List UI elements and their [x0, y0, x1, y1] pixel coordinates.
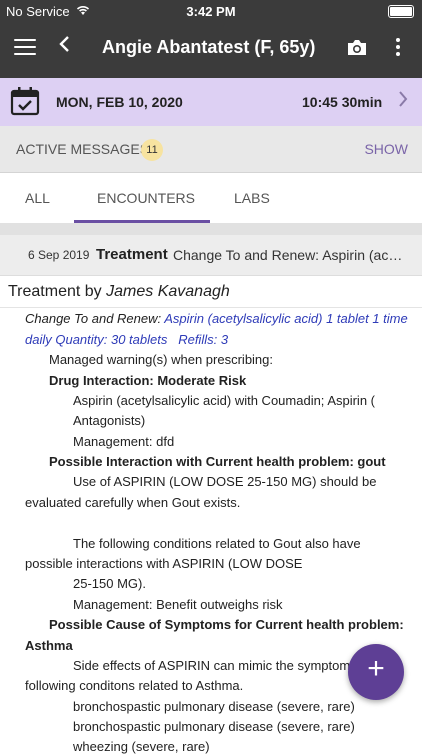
gout-management: Management: Benefit outweighs risk	[73, 597, 283, 612]
tab-encounters[interactable]: ENCOUNTERS	[97, 190, 195, 206]
gout-text-4: possible interactions with ASPIRIN (LOW …	[25, 556, 303, 571]
add-button[interactable]: +	[348, 644, 404, 700]
section-divider	[0, 223, 422, 235]
show-messages-button[interactable]: SHOW	[364, 141, 408, 157]
order-line-2: daily Quantity: 30 tablets Refills: 3	[25, 332, 228, 347]
order-line-1: Change To and Renew: Aspirin (acetylsali…	[25, 311, 408, 326]
detail-title: Treatment by James Kavanagh	[8, 283, 230, 301]
interaction-text-1: Aspirin (acetylsalicylic acid) with Coum…	[73, 393, 375, 408]
symptom-3: wheezing (severe, rare)	[73, 739, 210, 754]
calendar-check-icon	[10, 86, 40, 121]
record-date: 6 Sep 2019	[28, 248, 90, 262]
asthma-heading-1: Possible Cause of Symptoms for Current h…	[49, 617, 404, 632]
gout-text-1: Use of ASPIRIN (LOW DOSE 25-150 MG) shou…	[73, 474, 377, 489]
interaction-text-2: Antagonists)	[73, 413, 146, 428]
gout-text-5: 25-150 MG).	[73, 576, 146, 591]
status-time: 3:42 PM	[186, 4, 236, 19]
detail-title-prefix: Treatment by	[8, 283, 102, 300]
nav-bar: Angie Abantatest (F, 65y)	[0, 28, 422, 70]
author-name: James Kavanagh	[106, 283, 230, 300]
gout-text-3: The following conditions related to Gout…	[73, 536, 361, 551]
appointment-date: MON, FEB 10, 2020	[56, 94, 183, 110]
menu-icon[interactable]	[14, 39, 36, 55]
active-messages-label: ACTIVE MESSAGES	[16, 141, 150, 157]
tab-bar: ALL ENCOUNTERS LABS	[0, 173, 422, 223]
asthma-text-1: Side effects of ASPIRIN can mimic the sy…	[73, 658, 357, 673]
asthma-text-2: following conditons related to Asthma.	[25, 678, 244, 693]
interaction-management: Management: dfd	[73, 434, 175, 449]
order-action: Change To and Renew:	[25, 311, 162, 326]
tab-labs[interactable]: LABS	[234, 190, 270, 206]
record-row[interactable]: 6 Sep 2019 Treatment Change To and Renew…	[0, 235, 422, 276]
medication-link[interactable]: Aspirin (acetylsalicylic acid) 1 tablet …	[164, 311, 407, 326]
battery-icon	[388, 5, 414, 18]
interaction-heading: Drug Interaction: Moderate Risk	[49, 373, 247, 388]
chevron-right-icon	[398, 88, 408, 114]
messages-count-badge: 11	[141, 139, 163, 161]
appointment-bar[interactable]: MON, FEB 10, 2020 10:45 30min	[0, 78, 422, 126]
more-options-icon[interactable]	[396, 38, 400, 59]
status-bar: No Service 3:42 PM	[0, 0, 422, 22]
record-type: Treatment	[96, 246, 168, 263]
gout-heading: Possible Interaction with Current health…	[49, 454, 386, 469]
symptom-1: bronchospastic pulmonary disease (severe…	[73, 699, 355, 714]
gout-text-2: evaluated carefully when Gout exists.	[25, 495, 241, 510]
active-messages-bar: ACTIVE MESSAGES 11 SHOW	[0, 126, 422, 173]
refills-text: Refills: 3	[178, 332, 229, 347]
back-icon[interactable]	[58, 34, 70, 60]
app-header: No Service 3:42 PM Angie Abantatest (F, …	[0, 0, 422, 78]
divider	[0, 307, 422, 308]
asthma-heading-2: Asthma	[25, 638, 73, 653]
symptom-2: bronchospastic pulmonary disease (severe…	[73, 719, 355, 734]
camera-icon[interactable]	[346, 39, 368, 55]
patient-title: Angie Abantatest (F, 65y)	[102, 37, 316, 57]
tab-all[interactable]: ALL	[25, 190, 50, 206]
appointment-time: 10:45 30min	[302, 94, 383, 110]
plus-icon: +	[367, 652, 385, 685]
warnings-heading: Managed warning(s) when prescribing:	[49, 352, 274, 367]
record-summary: Change To and Renew: Aspirin (acetylsali…	[173, 247, 408, 263]
quantity-text: daily Quantity: 30 tablets	[25, 332, 168, 347]
